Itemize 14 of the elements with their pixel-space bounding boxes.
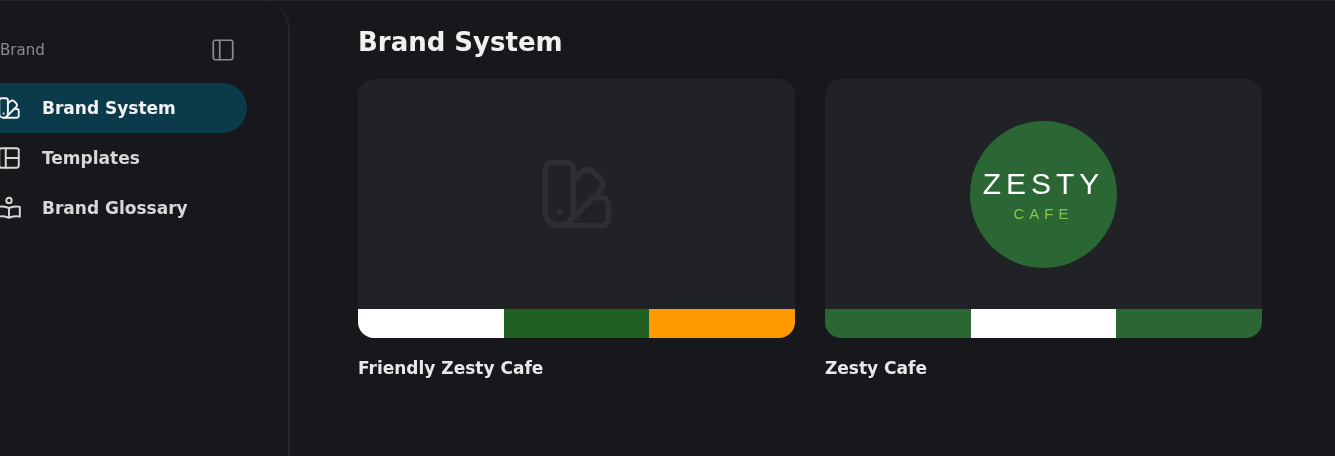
sidebar-item[interactable]: Templates — [0, 133, 247, 183]
page-heading: Brand System — [358, 27, 564, 57]
layout-icon — [0, 145, 22, 171]
card-title[interactable]: Friendly Zesty Cafe — [358, 358, 795, 378]
sidebar-title: Brand — [0, 41, 45, 59]
sidebar-toggle-icon[interactable] — [210, 37, 236, 63]
logo-wordmark: ZESTY — [982, 166, 1105, 201]
card-title[interactable]: Zesty Cafe — [825, 358, 1262, 378]
sidebar-item[interactable]: Brand Glossary — [0, 183, 247, 233]
logo-subtitle: CAFE — [1013, 204, 1074, 222]
swatch-book-icon — [0, 95, 22, 121]
card-preview[interactable]: ZESTY CAFE — [825, 79, 1262, 309]
sidebar-item[interactable]: Brand System — [0, 83, 247, 133]
book-person-icon — [0, 195, 22, 221]
